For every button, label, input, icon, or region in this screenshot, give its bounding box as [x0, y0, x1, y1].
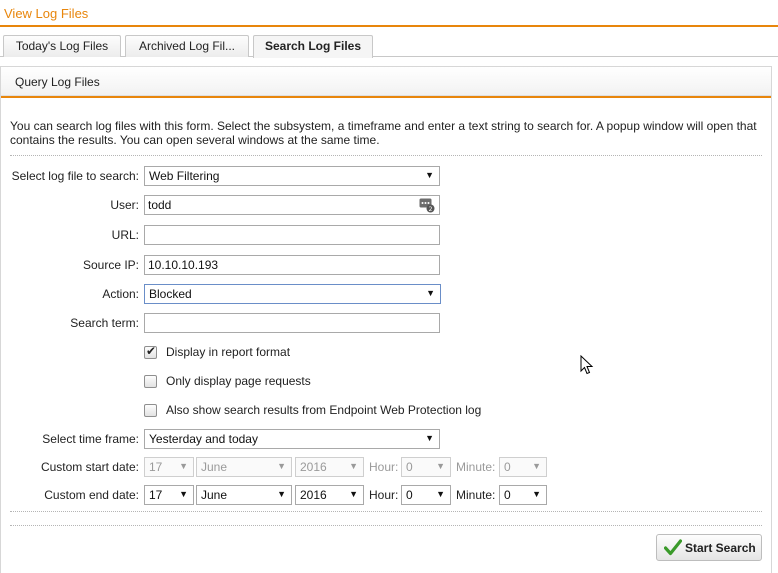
source-ip-label: Source IP: [82, 258, 139, 272]
url-label: URL: [111, 228, 139, 242]
chevron-down-icon: ▼ [436, 489, 445, 499]
start-minute-select[interactable]: 0 ▼ [499, 457, 547, 477]
user-picker-icon[interactable]: 2 [419, 198, 436, 213]
mouse-cursor-icon [580, 355, 594, 375]
chevron-down-icon: ▼ [277, 489, 286, 499]
end-day-select[interactable]: 17 ▼ [144, 485, 194, 505]
time-frame-label: Select time frame: [42, 432, 139, 446]
time-frame-value: Yesterday and today [149, 432, 258, 446]
start-hour-label: Hour: [369, 460, 399, 474]
endpoint-label: Also show search results from Endpoint W… [166, 403, 482, 417]
intro-text: You can search log files with this form.… [10, 119, 757, 147]
start-search-label: Start Search [685, 541, 756, 555]
start-month-select[interactable]: June ▼ [196, 457, 292, 477]
title-divider [0, 25, 778, 27]
end-hour-label: Hour: [369, 488, 399, 502]
start-hour-select[interactable]: 0 ▼ [401, 457, 451, 477]
start-search-button[interactable]: Start Search [656, 534, 762, 561]
start-day-select[interactable]: 17 ▼ [144, 457, 194, 477]
end-day-value: 17 [149, 488, 163, 502]
log-file-label: Select log file to search: [11, 169, 139, 183]
endpoint-checkbox[interactable] [144, 404, 157, 417]
tab-archived-log-files[interactable]: Archived Log Fil... [125, 35, 249, 57]
chevron-down-icon: ▼ [436, 461, 445, 471]
chevron-down-icon: ▼ [532, 461, 541, 471]
divider-bottom [10, 525, 762, 526]
time-frame-select[interactable]: Yesterday and today ▼ [144, 429, 440, 449]
chevron-down-icon: ▼ [426, 288, 435, 298]
tab-todays-log-files[interactable]: Today's Log Files [3, 35, 121, 57]
action-value: Blocked [149, 287, 192, 301]
start-minute-value: 0 [504, 460, 511, 474]
url-input[interactable] [144, 225, 440, 245]
chevron-down-icon: ▼ [179, 461, 188, 471]
search-term-input[interactable] [144, 313, 440, 333]
chevron-down-icon: ▼ [532, 489, 541, 499]
report-format-label: Display in report format [166, 345, 291, 359]
search-term-label: Search term: [70, 316, 139, 330]
start-hour-value: 0 [406, 460, 413, 474]
checkmark-icon [664, 539, 682, 556]
start-day-value: 17 [149, 460, 163, 474]
panel-header: Query Log Files [1, 67, 771, 96]
start-month-value: June [201, 460, 228, 474]
page-title: View Log Files [4, 6, 89, 21]
user-value: todd [148, 198, 172, 212]
divider-mid [10, 511, 762, 512]
start-year-value: 2016 [300, 460, 327, 474]
end-month-select[interactable]: June ▼ [196, 485, 292, 505]
chevron-down-icon: ▼ [179, 489, 188, 499]
chevron-down-icon: ▼ [349, 461, 358, 471]
page-requests-label: Only display page requests [166, 374, 311, 388]
checkmark-icon: ✔ [146, 344, 157, 358]
divider-top [10, 155, 762, 156]
chevron-down-icon: ▼ [425, 433, 434, 443]
end-minute-label: Minute: [456, 488, 496, 502]
user-label: User: [110, 198, 139, 212]
tab-search-log-files[interactable]: Search Log Files [253, 35, 373, 58]
end-minute-value: 0 [504, 488, 511, 502]
tab-bar: Today's Log Files Archived Log Fil... Se… [0, 35, 778, 58]
start-date-label: Custom start date: [40, 460, 139, 474]
end-year-select[interactable]: 2016 ▼ [295, 485, 364, 505]
page-requests-checkbox[interactable] [144, 375, 157, 388]
panel-title: Query Log Files [15, 75, 100, 89]
user-input[interactable]: todd 2 [144, 195, 440, 215]
start-year-select[interactable]: 2016 ▼ [295, 457, 364, 477]
end-minute-select[interactable]: 0 ▼ [499, 485, 547, 505]
end-hour-value: 0 [406, 488, 413, 502]
start-minute-label: Minute: [456, 460, 496, 474]
chevron-down-icon: ▼ [349, 489, 358, 499]
end-hour-select[interactable]: 0 ▼ [401, 485, 451, 505]
end-year-value: 2016 [300, 488, 327, 502]
source-ip-input[interactable]: 10.10.10.193 [144, 255, 440, 275]
log-file-select[interactable]: Web Filtering ▼ [144, 166, 440, 186]
chevron-down-icon: ▼ [425, 170, 434, 180]
end-date-label: Custom end date: [44, 488, 139, 502]
panel-accent-line [1, 96, 771, 98]
svg-text:2: 2 [429, 206, 433, 213]
action-label: Action: [102, 287, 139, 301]
end-month-value: June [201, 488, 228, 502]
chevron-down-icon: ▼ [277, 461, 286, 471]
report-format-checkbox[interactable]: ✔ [144, 344, 157, 359]
log-file-value: Web Filtering [149, 169, 220, 183]
action-select[interactable]: Blocked ▼ [144, 284, 441, 304]
